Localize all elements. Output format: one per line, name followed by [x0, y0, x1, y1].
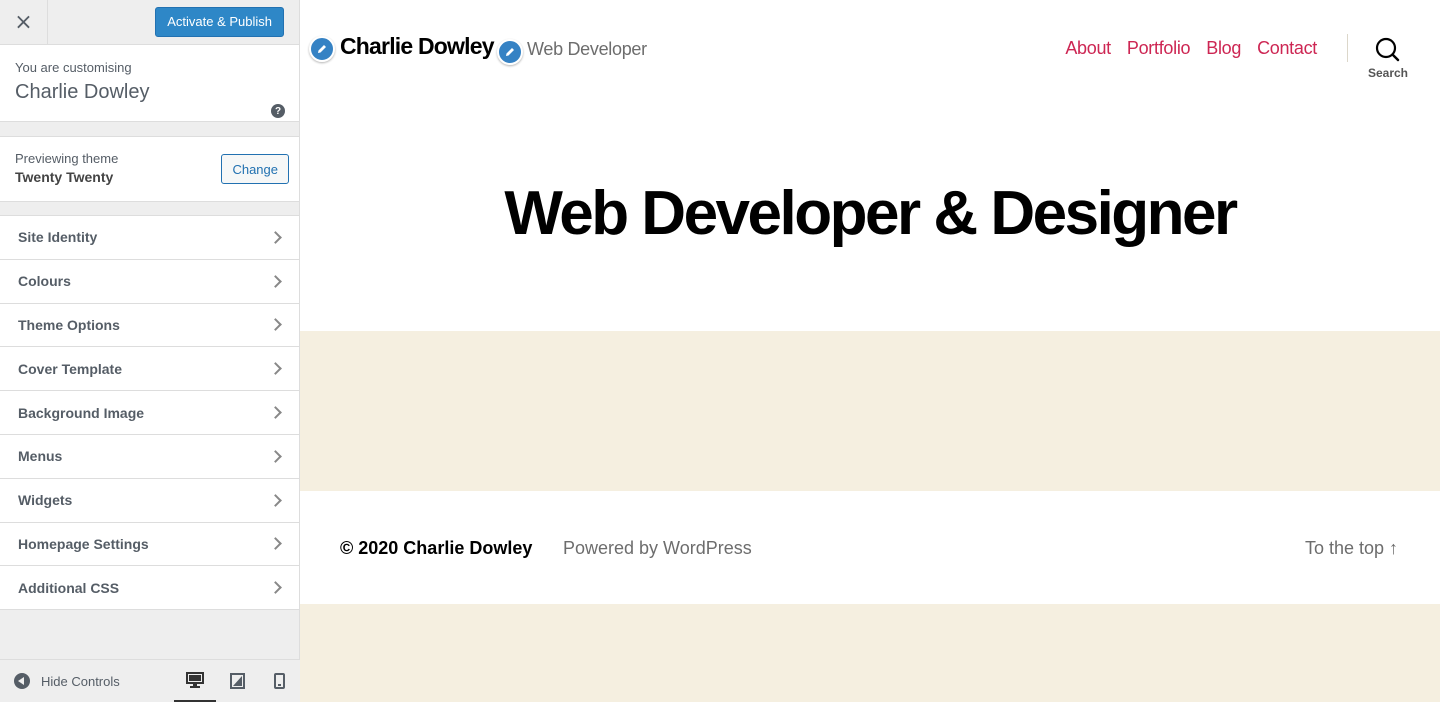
- device-switcher: [174, 660, 300, 702]
- chevron-right-icon: [269, 231, 282, 244]
- close-customizer-button[interactable]: ×: [0, 0, 48, 44]
- search-toggle[interactable]: Search: [1368, 37, 1408, 80]
- chevron-right-icon: [269, 581, 282, 595]
- panel-additional-css[interactable]: Additional CSS: [0, 566, 299, 611]
- nav-portfolio[interactable]: Portfolio: [1127, 38, 1191, 59]
- panel-label: Homepage Settings: [18, 535, 149, 552]
- edit-site-description-button[interactable]: [497, 39, 523, 65]
- panel-colours[interactable]: Colours: [0, 260, 299, 304]
- section-divider: [0, 202, 299, 216]
- help-icon[interactable]: ?: [271, 104, 285, 118]
- nav-about[interactable]: About: [1065, 38, 1111, 59]
- panel-label: Background Image: [18, 404, 145, 421]
- to-the-top-link[interactable]: To the top ↑: [1305, 538, 1398, 559]
- customizing-site-name: Charlie Dowley: [15, 81, 150, 103]
- panel-label: Menus: [18, 448, 63, 465]
- chevron-right-icon: [269, 450, 282, 463]
- section-divider: [0, 122, 299, 137]
- customizer-panel-list: Site Identity Colours Theme Options Cove…: [0, 216, 299, 611]
- desktop-icon: [186, 672, 204, 688]
- chevron-right-icon: [269, 406, 282, 419]
- desktop-preview-button[interactable]: [174, 660, 216, 702]
- chevron-right-icon: [269, 362, 282, 376]
- customizer-footer: Hide Controls: [0, 659, 300, 702]
- tablet-preview-button[interactable]: [216, 660, 258, 702]
- mobile-icon: [273, 673, 285, 689]
- site-title[interactable]: Charlie Dowley: [340, 33, 494, 60]
- activate-publish-button[interactable]: Activate & Publish: [155, 7, 284, 37]
- site-preview: Charlie Dowley Web Developer About Portf…: [300, 0, 1440, 702]
- panel-label: Colours: [18, 273, 71, 290]
- customizer-sidebar: × Activate & Publish You are customising…: [0, 0, 300, 702]
- mobile-preview-button[interactable]: [258, 660, 300, 702]
- site-description: Web Developer: [527, 39, 647, 59]
- nav-contact[interactable]: Contact: [1257, 38, 1317, 59]
- pencil-icon: [506, 48, 514, 56]
- search-icon: [1376, 37, 1400, 62]
- chevron-right-icon: [269, 318, 282, 332]
- panel-label: Theme Options: [18, 316, 120, 333]
- edit-site-title-button[interactable]: [309, 36, 335, 62]
- page-hero-title: Web Developer & Designer: [504, 179, 1238, 248]
- footer-powered-by[interactable]: Powered by WordPress: [563, 538, 752, 559]
- panel-widgets[interactable]: Widgets: [0, 479, 299, 523]
- site-footer: © 2020 Charlie Dowley Powered by WordPre…: [300, 491, 1440, 604]
- pencil-icon: [318, 45, 326, 53]
- panel-menus[interactable]: Menus: [0, 435, 299, 479]
- panel-theme-options[interactable]: Theme Options: [0, 304, 299, 348]
- hide-controls-button[interactable]: Hide Controls: [0, 673, 120, 689]
- hide-controls-label: Hide Controls: [41, 673, 120, 689]
- customizer-header: × Activate & Publish: [0, 0, 299, 45]
- tablet-icon: [229, 673, 245, 689]
- search-label: Search: [1367, 66, 1408, 80]
- footer-copyright[interactable]: © 2020 Charlie Dowley: [340, 538, 532, 559]
- panel-cover-template[interactable]: Cover Template: [0, 347, 299, 392]
- panel-label: Additional CSS: [18, 579, 120, 596]
- chevron-right-icon: [269, 493, 282, 507]
- panel-label: Widgets: [18, 492, 73, 509]
- change-theme-button[interactable]: Change: [221, 154, 289, 184]
- chevron-right-icon: [269, 537, 282, 551]
- panel-label: Cover Template: [18, 360, 122, 377]
- content-band: [300, 604, 1440, 702]
- panel-background-image[interactable]: Background Image: [0, 391, 299, 435]
- theme-preview-section: Previewing theme Twenty Twenty Change: [0, 137, 299, 202]
- customizing-info: You are customising Charlie Dowley ?: [0, 45, 299, 122]
- panel-site-identity[interactable]: Site Identity: [0, 216, 299, 260]
- nav-blog[interactable]: Blog: [1206, 38, 1241, 59]
- primary-menu: About Portfolio Blog Contact: [1065, 38, 1317, 59]
- panel-homepage-settings[interactable]: Homepage Settings: [0, 523, 299, 567]
- content-band: [300, 331, 1440, 491]
- nav-divider: [1347, 34, 1348, 62]
- chevron-right-icon: [269, 274, 282, 288]
- collapse-arrow-icon: [14, 673, 30, 689]
- customising-label: You are customising: [15, 60, 132, 75]
- panel-label: Site Identity: [18, 229, 98, 246]
